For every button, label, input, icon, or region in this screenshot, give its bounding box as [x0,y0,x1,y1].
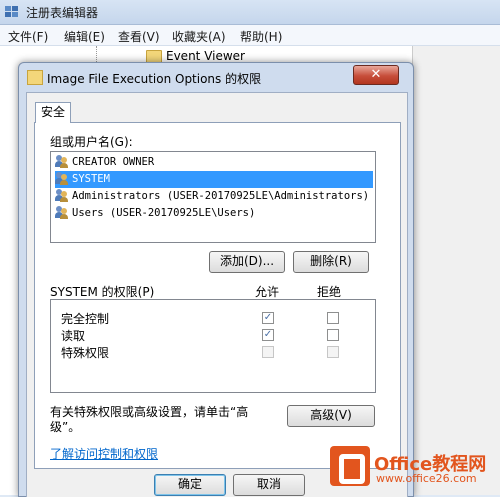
allow-special-checkbox [262,346,274,358]
list-item-user[interactable]: Users (USER-20170925LE\Users) [55,205,373,222]
close-button[interactable]: ✕ [353,65,399,85]
registry-values-pane [412,46,500,495]
allow-full-control-checkbox[interactable]: ✓ [262,312,274,324]
security-tab-panel: 组或用户名(G): CREATOR OWNER SYSTEM Administr… [34,122,401,469]
list-item-user-selected[interactable]: SYSTEM [55,171,373,188]
user-group-icon [55,154,69,168]
deny-header: 拒绝 [317,285,342,299]
menu-view[interactable]: 查看(V) [118,28,160,45]
deny-special-checkbox [327,346,339,358]
menu-help[interactable]: 帮助(H) [240,28,282,45]
menu-favorites[interactable]: 收藏夹(A) [172,28,226,45]
background-menubar: 文件(F) 编辑(E) 查看(V) 收藏夹(A) 帮助(H) [0,25,500,46]
learn-access-control-link[interactable]: 了解访问控制和权限 [50,445,158,462]
deny-full-control-checkbox[interactable] [327,312,339,324]
remove-button[interactable]: 删除(R) [293,251,369,273]
group-or-user-label: 组或用户名(G): [50,135,133,149]
tree-item-event-viewer[interactable]: Event Viewer [166,49,245,63]
permission-name: 特殊权限 [61,346,110,360]
add-button[interactable]: 添加(D)... [209,251,285,273]
user-group-icon [55,171,69,185]
ok-button[interactable]: 确定 [154,474,226,496]
allow-read-checkbox[interactable]: ✓ [262,329,274,341]
watermark: Office教程网 www.office26.com [330,444,500,495]
deny-read-checkbox[interactable] [327,329,339,341]
tab-security[interactable]: 安全 [35,102,71,123]
advanced-button[interactable]: 高级(V) [287,405,375,427]
user-group-icon [55,188,69,202]
menu-edit[interactable]: 编辑(E) [64,28,105,45]
dialog-title: Image File Execution Options 的权限 [47,72,262,86]
cancel-button[interactable]: 取消 [233,474,305,496]
permission-name: 读取 [61,329,86,343]
list-item-user[interactable]: CREATOR OWNER [55,154,373,171]
dialog-client-area: 安全 组或用户名(G): CREATOR OWNER SYSTEM Admini… [26,92,408,497]
office-logo-icon [330,446,370,486]
menu-file[interactable]: 文件(F) [8,28,48,45]
background-window-title: 注册表编辑器 [26,6,99,20]
dialog-titlebar[interactable]: Image File Execution Options 的权限 ✕ [19,63,413,91]
permission-name: 完全控制 [61,312,110,326]
folder-icon [27,70,43,85]
user-group-icon [55,205,69,219]
permissions-dialog: Image File Execution Options 的权限 ✕ 安全 组或… [18,62,414,497]
background-titlebar: 注册表编辑器 [0,0,500,25]
user-listbox[interactable]: CREATOR OWNER SYSTEM Administrators (USE… [50,151,376,243]
permissions-label: SYSTEM 的权限(P) [50,285,155,299]
advanced-help-text-continued: 级”。 [50,420,81,434]
list-item-user[interactable]: Administrators (USER-20170925LE\Administ… [55,188,373,205]
permissions-list: 完全控制 读取 特殊权限 ✓ ✓ [50,299,376,393]
registry-editor-icon [5,6,18,17]
allow-header: 允许 [255,285,280,299]
watermark-url: www.office26.com [376,472,477,485]
